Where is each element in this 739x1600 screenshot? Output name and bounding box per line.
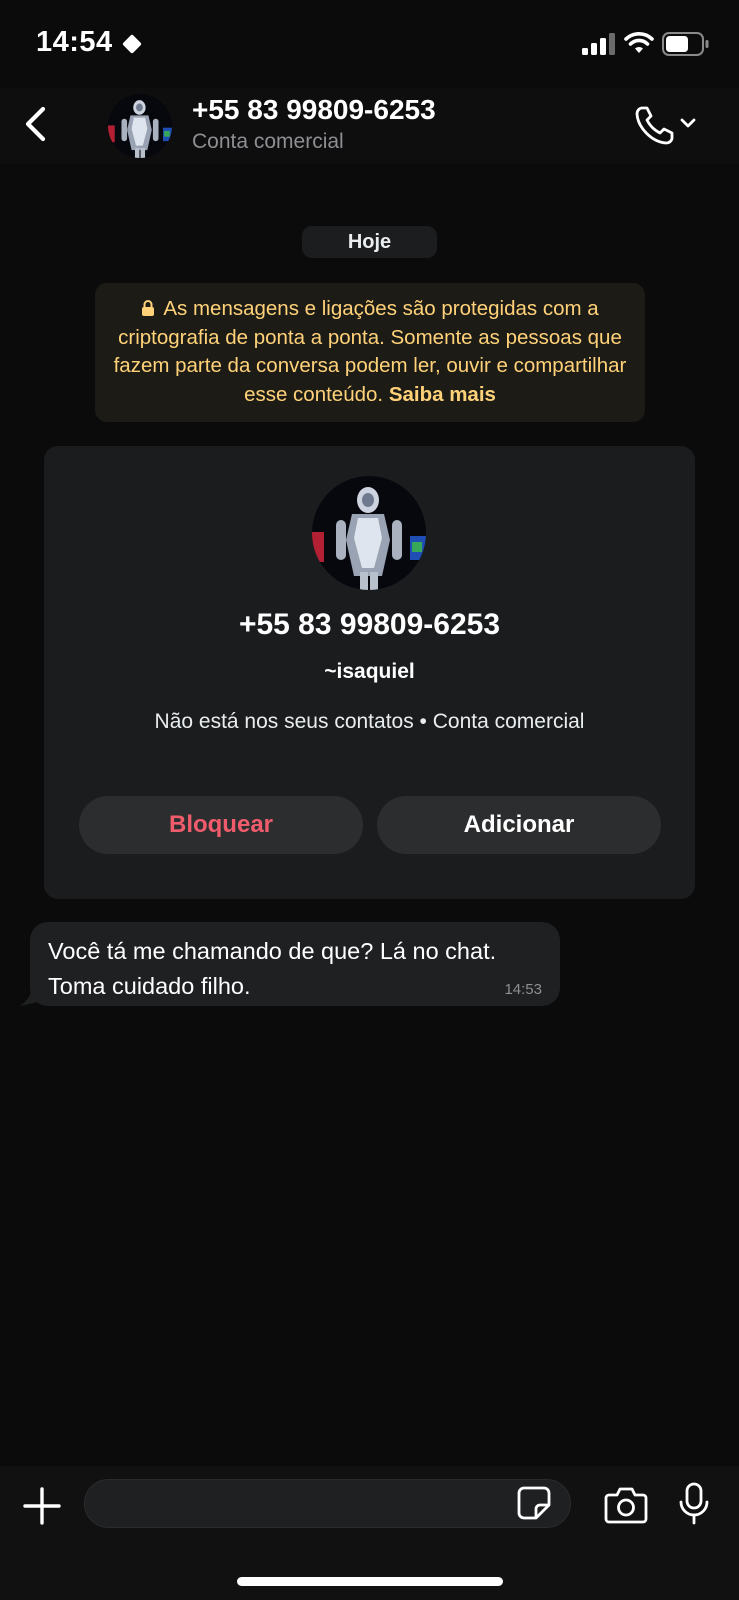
wifi-icon (624, 32, 654, 53)
home-indicator (237, 1577, 503, 1586)
chat-screen: 14:54 +55 83 99809-6253 Conta comercial … (0, 0, 739, 1600)
contact-title[interactable]: +55 83 99809-6253 (192, 94, 436, 126)
sticker-icon[interactable] (516, 1485, 552, 1521)
add-contact-button[interactable]: Adicionar (377, 796, 661, 854)
encryption-notice[interactable]: As mensagens e ligações são protegidas c… (95, 283, 645, 422)
signal-icon (582, 33, 615, 55)
avatar-image (312, 476, 426, 590)
back-button[interactable] (18, 104, 54, 144)
message-bubble[interactable]: Você tá me chamando de que? Lá no chat. … (30, 922, 560, 1006)
contact-info: Não está nos seus contatos • Conta comer… (154, 710, 585, 733)
message-input[interactable] (84, 1479, 571, 1528)
input-bar (0, 1466, 739, 1600)
encryption-text: As mensagens e ligações são protegidas c… (113, 297, 627, 406)
plus-button[interactable] (22, 1486, 62, 1526)
status-bar: 14:54 (0, 0, 739, 88)
battery-icon (662, 32, 709, 56)
location-diamond-icon (122, 34, 142, 54)
contact-name: ~isaquiel (324, 660, 415, 683)
call-button[interactable] (632, 100, 704, 150)
date-separator: Hoje (302, 226, 437, 258)
contact-subtitle: Conta comercial (192, 130, 344, 153)
phone-icon (635, 106, 674, 145)
status-time: 14:54 (36, 26, 113, 58)
microphone-icon[interactable] (678, 1482, 710, 1526)
chat-header: +55 83 99809-6253 Conta comercial (0, 88, 739, 164)
message-time: 14:53 (504, 981, 542, 998)
chevron-down-icon (680, 118, 696, 128)
avatar[interactable] (108, 94, 172, 158)
block-button[interactable]: Bloquear (79, 796, 363, 854)
learn-more-link[interactable]: Saiba mais (389, 383, 496, 406)
contact-card: +55 83 99809-6253 ~isaquiel Não está nos… (44, 446, 695, 899)
contact-number: +55 83 99809-6253 (238, 608, 501, 641)
contact-avatar[interactable] (312, 476, 426, 590)
message-text: Você tá me chamando de que? Lá no chat. … (48, 938, 497, 999)
lock-icon (142, 300, 155, 316)
avatar-image (108, 94, 172, 158)
camera-icon[interactable] (604, 1486, 648, 1524)
